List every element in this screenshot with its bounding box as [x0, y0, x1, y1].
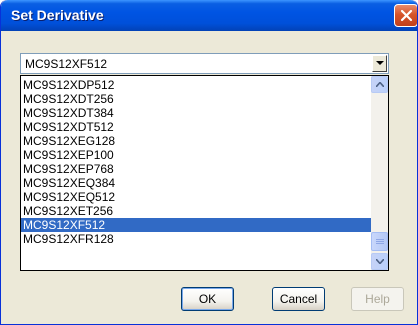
- list-item[interactable]: MC9S12XDP512: [21, 78, 372, 92]
- arrow-down-icon: [376, 259, 384, 264]
- list-item[interactable]: MC9S12XEQ512: [21, 190, 372, 204]
- combobox-value: MC9S12XF512: [25, 57, 108, 71]
- list-item[interactable]: MC9S12XEG128: [21, 134, 372, 148]
- derivative-listbox[interactable]: MC9S12XDP512 MC9S12XDT256 MC9S12XDT384 MC9S…: [20, 75, 389, 271]
- scroll-up-button[interactable]: [371, 76, 388, 93]
- list-item[interactable]: MC9S12XEQ384: [21, 176, 372, 190]
- list-item[interactable]: MC9S12XET256: [21, 204, 372, 218]
- scroll-down-button[interactable]: [371, 253, 388, 270]
- list-item[interactable]: MC9S12XDT384: [21, 106, 372, 120]
- thumb-grip: [376, 239, 384, 240]
- list-item[interactable]: MC9S12XEP768: [21, 162, 372, 176]
- ok-button[interactable]: OK: [181, 287, 234, 311]
- arrow-up-icon: [376, 82, 384, 87]
- thumb-grip: [376, 241, 384, 242]
- close-icon: [400, 9, 413, 22]
- help-button[interactable]: Help: [351, 287, 404, 311]
- list-item[interactable]: MC9S12XFR128: [21, 232, 372, 246]
- close-button[interactable]: [394, 4, 417, 27]
- list-item[interactable]: MC9S12XDT256: [21, 92, 372, 106]
- list-item[interactable]: MC9S12XDT512: [21, 120, 372, 134]
- set-derivative-dialog: Set Derivative MC9S12XF512 MC9S12XDP512 M…: [0, 0, 418, 325]
- cancel-button[interactable]: Cancel: [272, 287, 325, 311]
- list-item[interactable]: MC9S12XEP100: [21, 148, 372, 162]
- combobox-dropdown-button[interactable]: [372, 55, 387, 72]
- derivative-combobox[interactable]: MC9S12XF512: [20, 53, 389, 74]
- chevron-down-icon: [376, 61, 384, 65]
- derivative-list: MC9S12XDP512 MC9S12XDT256 MC9S12XDT384 MC9S…: [21, 78, 372, 246]
- vertical-scrollbar[interactable]: [371, 76, 388, 270]
- scroll-thumb[interactable]: [371, 232, 388, 251]
- dialog-title: Set Derivative: [11, 7, 104, 23]
- thumb-grip: [376, 243, 384, 244]
- list-item[interactable]: MC9S12XF512: [21, 218, 372, 232]
- title-bar[interactable]: Set Derivative: [1, 0, 417, 31]
